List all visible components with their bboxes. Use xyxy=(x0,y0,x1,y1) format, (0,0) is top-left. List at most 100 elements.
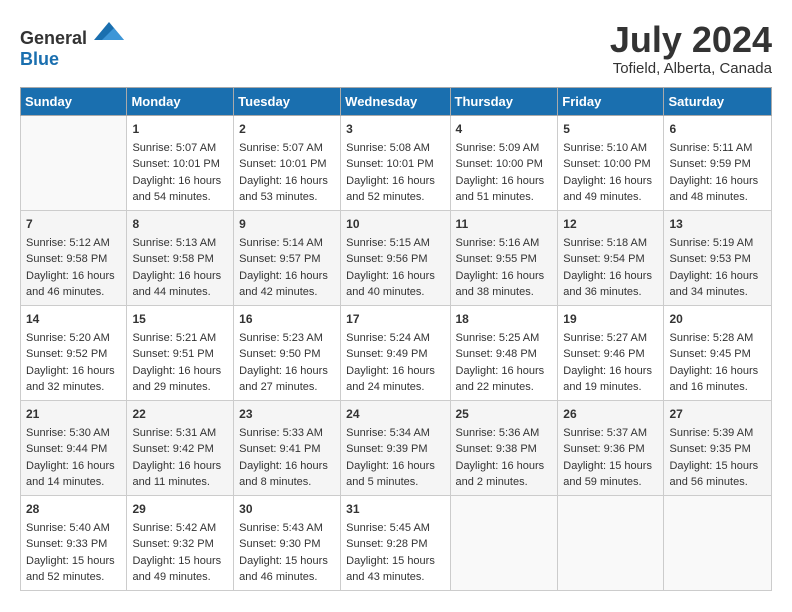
calendar-table: SundayMondayTuesdayWednesdayThursdayFrid… xyxy=(20,87,772,591)
day-number: 12 xyxy=(563,215,658,233)
day-info: Daylight: 16 hours and 54 minutes. xyxy=(132,173,228,206)
calendar-cell: 18Sunrise: 5:25 AMSunset: 9:48 PMDayligh… xyxy=(450,305,558,400)
calendar-body: 1 Sunrise: 5:07 AM Sunset: 10:01 PM Dayligh… xyxy=(21,115,772,590)
day-info: Daylight: 15 hours and 43 minutes. xyxy=(346,553,444,586)
calendar-cell xyxy=(558,495,664,590)
header-day-thursday: Thursday xyxy=(450,87,558,115)
calendar-cell: 3Sunrise: 5:08 AMSunset: 10:01 PMDayligh… xyxy=(341,115,450,210)
day-number: 18 xyxy=(456,310,553,328)
day-info: Daylight: 15 hours and 46 minutes. xyxy=(239,553,335,586)
day-number: 13 xyxy=(669,215,766,233)
day-info: Daylight: 15 hours and 52 minutes. xyxy=(26,553,121,586)
day-info: Sunset: 9:50 PM xyxy=(239,346,335,363)
header-day-monday: Monday xyxy=(127,87,234,115)
calendar-cell: 29Sunrise: 5:42 AMSunset: 9:32 PMDayligh… xyxy=(127,495,234,590)
day-info: Sunrise: 5:20 AM xyxy=(26,330,121,347)
day-info: Sunset: 9:58 PM xyxy=(26,251,121,268)
calendar-cell: 27Sunrise: 5:39 AMSunset: 9:35 PMDayligh… xyxy=(664,400,772,495)
calendar-cell xyxy=(664,495,772,590)
calendar-cell: 5Sunrise: 5:10 AMSunset: 10:00 PMDayligh… xyxy=(558,115,664,210)
day-number: 31 xyxy=(346,500,444,518)
week-row-3: 14Sunrise: 5:20 AMSunset: 9:52 PMDayligh… xyxy=(21,305,772,400)
day-info: Sunrise: 5:08 AM xyxy=(346,140,444,157)
day-info: Daylight: 16 hours and 36 minutes. xyxy=(563,268,658,301)
logo-blue: Blue xyxy=(20,49,59,69)
calendar-cell: 12Sunrise: 5:18 AMSunset: 9:54 PMDayligh… xyxy=(558,210,664,305)
calendar-cell: 2Sunrise: 5:07 AMSunset: 10:01 PMDayligh… xyxy=(234,115,341,210)
day-info: Sunrise: 5:37 AM xyxy=(563,425,658,442)
day-info: Daylight: 16 hours and 46 minutes. xyxy=(26,268,121,301)
day-info: Sunrise: 5:27 AM xyxy=(563,330,658,347)
day-info: Daylight: 16 hours and 53 minutes. xyxy=(239,173,335,206)
day-info: Sunrise: 5:31 AM xyxy=(132,425,228,442)
day-info: Daylight: 16 hours and 38 minutes. xyxy=(456,268,553,301)
calendar-cell: 6Sunrise: 5:11 AMSunset: 9:59 PMDaylight… xyxy=(664,115,772,210)
day-info: Sunset: 9:42 PM xyxy=(132,441,228,458)
day-number: 26 xyxy=(563,405,658,423)
day-info: Daylight: 16 hours and 32 minutes. xyxy=(26,363,121,396)
day-info: Sunrise: 5:34 AM xyxy=(346,425,444,442)
day-info: Sunset: 9:45 PM xyxy=(669,346,766,363)
calendar-cell: 4Sunrise: 5:09 AMSunset: 10:00 PMDayligh… xyxy=(450,115,558,210)
calendar-cell: 15Sunrise: 5:21 AMSunset: 9:51 PMDayligh… xyxy=(127,305,234,400)
day-info: Daylight: 16 hours and 51 minutes. xyxy=(456,173,553,206)
day-number: 11 xyxy=(456,215,553,233)
day-info: Daylight: 16 hours and 14 minutes. xyxy=(26,458,121,491)
day-info: Sunset: 9:33 PM xyxy=(26,536,121,553)
day-number: 27 xyxy=(669,405,766,423)
day-info: Sunrise: 5:28 AM xyxy=(669,330,766,347)
header-day-tuesday: Tuesday xyxy=(234,87,341,115)
header-day-wednesday: Wednesday xyxy=(341,87,450,115)
day-info: Sunrise: 5:42 AM xyxy=(132,520,228,537)
page-header: General Blue July 2024 Tofield, Alberta,… xyxy=(20,20,772,77)
day-number: 9 xyxy=(239,215,335,233)
day-info: Daylight: 16 hours and 16 minutes. xyxy=(669,363,766,396)
day-info: Sunrise: 5:13 AM xyxy=(132,235,228,252)
header-day-sunday: Sunday xyxy=(21,87,127,115)
calendar-cell: 23Sunrise: 5:33 AMSunset: 9:41 PMDayligh… xyxy=(234,400,341,495)
calendar-cell: 20Sunrise: 5:28 AMSunset: 9:45 PMDayligh… xyxy=(664,305,772,400)
calendar-cell: 7Sunrise: 5:12 AMSunset: 9:58 PMDaylight… xyxy=(21,210,127,305)
day-number: 4 xyxy=(456,120,553,138)
day-number: 23 xyxy=(239,405,335,423)
day-info: Sunset: 9:30 PM xyxy=(239,536,335,553)
day-info: Sunset: 9:52 PM xyxy=(26,346,121,363)
day-info: Daylight: 15 hours and 59 minutes. xyxy=(563,458,658,491)
calendar-cell: 30Sunrise: 5:43 AMSunset: 9:30 PMDayligh… xyxy=(234,495,341,590)
day-info: Sunset: 9:56 PM xyxy=(346,251,444,268)
calendar-cell: 24Sunrise: 5:34 AMSunset: 9:39 PMDayligh… xyxy=(341,400,450,495)
calendar-header: SundayMondayTuesdayWednesdayThursdayFrid… xyxy=(21,87,772,115)
day-info: Daylight: 16 hours and 40 minutes. xyxy=(346,268,444,301)
day-info: Sunset: 9:58 PM xyxy=(132,251,228,268)
day-number: 7 xyxy=(26,215,121,233)
day-info: Daylight: 16 hours and 2 minutes. xyxy=(456,458,553,491)
day-info: Sunset: 9:44 PM xyxy=(26,441,121,458)
day-info: Sunset: 9:48 PM xyxy=(456,346,553,363)
day-info: Daylight: 15 hours and 49 minutes. xyxy=(132,553,228,586)
day-info: Daylight: 16 hours and 11 minutes. xyxy=(132,458,228,491)
day-number: 1 xyxy=(132,120,228,138)
day-info: Sunset: 10:01 PM xyxy=(346,156,444,173)
day-info: Daylight: 15 hours and 56 minutes. xyxy=(669,458,766,491)
location-title: Tofield, Alberta, Canada xyxy=(610,60,772,77)
day-info: Sunset: 9:36 PM xyxy=(563,441,658,458)
day-info: Sunset: 9:39 PM xyxy=(346,441,444,458)
month-title: July 2024 xyxy=(610,20,772,60)
day-number: 25 xyxy=(456,405,553,423)
day-info: Sunrise: 5:40 AM xyxy=(26,520,121,537)
day-number: 6 xyxy=(669,120,766,138)
day-info: Sunrise: 5:07 AM xyxy=(132,140,228,157)
day-info: Sunset: 9:49 PM xyxy=(346,346,444,363)
calendar-cell: 26 Sunrise: 5:37 AMSunset: 9:36 PMDayligh… xyxy=(558,400,664,495)
day-info: Sunset: 9:46 PM xyxy=(563,346,658,363)
day-info: Daylight: 16 hours and 8 minutes. xyxy=(239,458,335,491)
day-number: 28 xyxy=(26,500,121,518)
week-row-1: 1 Sunrise: 5:07 AM Sunset: 10:01 PM Dayligh… xyxy=(21,115,772,210)
day-number: 22 xyxy=(132,405,228,423)
day-info: Sunrise: 5:07 AM xyxy=(239,140,335,157)
day-info: Daylight: 16 hours and 19 minutes. xyxy=(563,363,658,396)
header-day-friday: Friday xyxy=(558,87,664,115)
day-info: Sunset: 9:55 PM xyxy=(456,251,553,268)
header-row: SundayMondayTuesdayWednesdayThursdayFrid… xyxy=(21,87,772,115)
day-info: Sunrise: 5:16 AM xyxy=(456,235,553,252)
